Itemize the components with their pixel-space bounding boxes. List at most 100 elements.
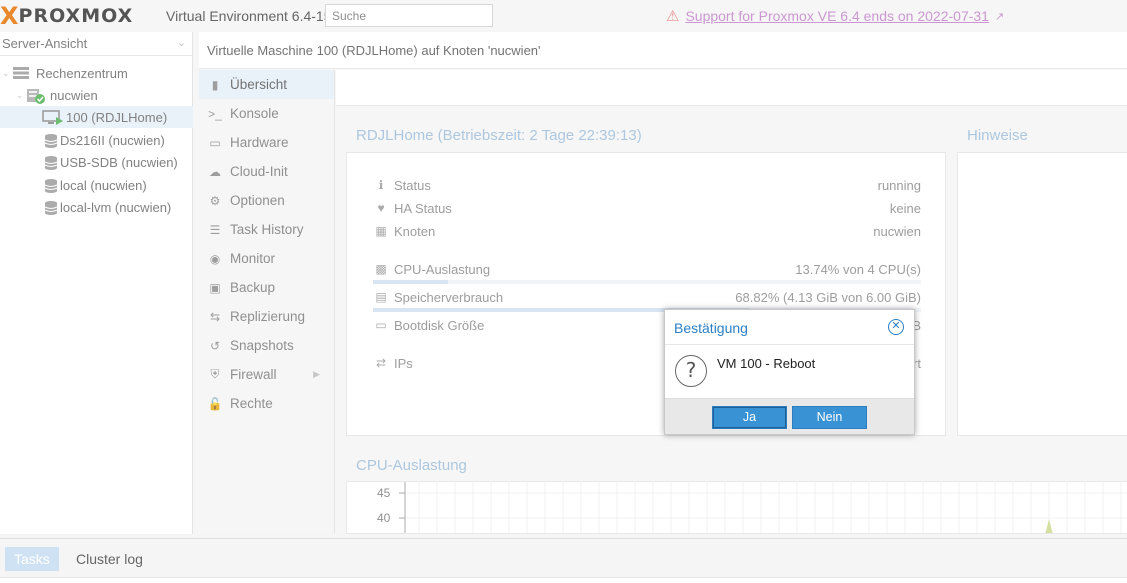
menu-item-replication[interactable]: ⇆ Replizierung — [199, 302, 334, 331]
warning-icon: ⚠ — [666, 8, 680, 25]
cpu-chart: 45 40 — [346, 481, 1127, 534]
cpu-chart-title: CPU-Auslastung — [356, 457, 467, 474]
cpu-chart-grid — [399, 482, 1127, 533]
gear-icon: ⚙ — [209, 193, 221, 208]
tree-item-label: Rechenzentrum — [36, 65, 128, 81]
memory-usage-row: ▤ Speicherverbrauch 68.82% (4.13 GiB von… — [373, 288, 921, 306]
ha-status-value: keine — [889, 200, 921, 216]
dialog-message: VM 100 - Reboot — [717, 356, 816, 371]
menu-item-label: Konsole — [230, 106, 279, 121]
tree-item-label: nucwien — [50, 87, 98, 103]
row-label: IPs — [394, 355, 413, 371]
menu-item-task-history[interactable]: ☰ Task History — [199, 215, 334, 244]
logo-x: X — [0, 2, 19, 30]
tree-item-storage-local[interactable]: local (nucwien) — [0, 174, 193, 196]
proxmox-logo[interactable]: X PROXMOX — [0, 3, 133, 29]
tree-item-storage-local-lvm[interactable]: local-lvm (nucwien) — [0, 196, 193, 218]
cpu-usage-value: 13.74% von 4 CPU(s) — [795, 261, 921, 277]
summary-title: RDJLHome (Betriebszeit: 2 Tage 22:39:13) — [356, 127, 642, 144]
dialog-body: ? VM 100 - Reboot — [665, 345, 914, 398]
menu-item-label: Backup — [230, 280, 276, 295]
tab-cluster-log[interactable]: Cluster log — [67, 547, 152, 571]
close-icon[interactable]: ✕ — [888, 319, 904, 335]
info-icon: ℹ — [378, 178, 384, 192]
view-selector[interactable]: Server-Ansicht ⌄ — [0, 32, 192, 56]
dialog-footer: Ja Nein — [665, 398, 914, 434]
storage-icon — [44, 133, 58, 148]
vm-toolbar — [336, 70, 1127, 106]
vm-menu: ▮ Übersicht >_ Konsole ▭ Hardware ☁ Clou… — [199, 70, 335, 534]
y-tick-label: 45 — [377, 486, 391, 500]
menu-item-snapshots[interactable]: ↺ Snapshots — [199, 331, 334, 360]
view-selector-value: Server-Ansicht — [2, 36, 88, 51]
menu-item-label: Replizierung — [230, 309, 306, 324]
menu-item-firewall[interactable]: ⛨ Firewall ▶ — [199, 360, 334, 389]
search-input[interactable] — [325, 4, 493, 27]
menu-item-label: Rechte — [230, 396, 273, 411]
menu-item-hardware[interactable]: ▭ Hardware — [199, 128, 334, 157]
menu-item-label: Snapshots — [230, 338, 294, 353]
tab-tasks[interactable]: Tasks — [5, 547, 59, 571]
menu-item-backup[interactable]: ▣ Backup — [199, 273, 334, 302]
logo-word: PROXMOX — [18, 5, 134, 27]
menu-item-label: Cloud-Init — [230, 164, 288, 179]
unlock-icon: 🔓 — [207, 396, 223, 411]
menu-item-console[interactable]: >_ Konsole — [199, 99, 334, 128]
yes-button[interactable]: Ja — [712, 406, 787, 429]
memory-usage-value: 68.82% (4.13 GiB von 6.00 GiB) — [735, 289, 921, 305]
support-link[interactable]: Support for Proxmox VE 6.4 ends on 2022-… — [685, 8, 989, 24]
bottom-panel: Tasks Cluster log — [0, 538, 1127, 583]
retweet-icon: ⇆ — [209, 309, 221, 324]
cpu-chart-spike — [1045, 519, 1053, 533]
menu-item-options[interactable]: ⚙ Optionen — [199, 186, 334, 215]
notes-title: Hinweise — [967, 127, 1028, 144]
no-button[interactable]: Nein — [792, 406, 867, 429]
external-link-icon: ↗ — [994, 10, 1005, 23]
question-icon: ? — [675, 355, 707, 387]
notes-panel[interactable] — [957, 152, 1127, 436]
terminal-icon: >_ — [208, 106, 222, 121]
tree-item-datacenter[interactable]: ⌄ Rechenzentrum — [0, 62, 193, 84]
log-header — [0, 577, 1127, 583]
node-row: ▦ Knoten nucwien — [373, 222, 921, 240]
content-area: Virtuelle Maschine 100 (RDJLHome) auf Kn… — [199, 32, 1127, 534]
cpu-usage-row: ▩ CPU-Auslastung 13.74% von 4 CPU(s) — [373, 260, 921, 278]
tree-item-label: local (nucwien) — [60, 177, 147, 193]
ha-status-row: ♥ HA Status keine — [373, 199, 921, 217]
datacenter-icon — [12, 66, 30, 80]
menu-item-cloud-init[interactable]: ☁ Cloud-Init — [199, 157, 334, 186]
tree-item-storage-ds216[interactable]: Ds216II (nucwien) — [0, 129, 193, 151]
menu-item-label: Optionen — [230, 193, 285, 208]
heartbeat-icon: ♥ — [377, 201, 385, 215]
tree-item-label: 100 (RDJLHome) — [66, 109, 168, 125]
confirm-dialog: Bestätigung ✕ ? VM 100 - Reboot Ja Nein — [664, 309, 915, 435]
menu-item-monitor[interactable]: ◉ Monitor — [199, 244, 334, 273]
tree-item-vm-100[interactable]: 100 (RDJLHome) — [0, 106, 193, 128]
cpu-icon: ▩ — [375, 262, 387, 276]
storage-icon — [44, 155, 58, 170]
tree-item-storage-usb-sdb[interactable]: USB-SDB (nucwien) — [0, 151, 193, 173]
history-icon: ↺ — [209, 338, 221, 353]
chevron-right-icon: ▶ — [313, 369, 320, 379]
eye-icon: ◉ — [209, 251, 221, 266]
support-notice[interactable]: ⚠ Support for Proxmox VE 6.4 ends on 202… — [666, 7, 1004, 25]
collapse-icon[interactable]: ⌄ — [16, 90, 26, 101]
tree-item-label: USB-SDB (nucwien) — [60, 154, 178, 170]
menu-item-permissions[interactable]: 🔓 Rechte — [199, 389, 334, 418]
dialog-title-bar: Bestätigung ✕ — [665, 310, 914, 345]
node-value: nucwien — [873, 223, 921, 239]
list-icon: ☰ — [209, 222, 221, 237]
tree-item-label: Ds216II (nucwien) — [60, 132, 165, 148]
hdd-icon: ▭ — [375, 318, 387, 332]
menu-item-summary[interactable]: ▮ Übersicht — [199, 70, 334, 99]
row-label: Status — [394, 177, 431, 193]
menu-item-label: Übersicht — [230, 77, 288, 92]
storage-icon — [44, 200, 58, 215]
row-label: Speicherverbrauch — [394, 289, 504, 305]
tree-item-node-nucwien[interactable]: ⌄ nucwien — [0, 84, 193, 106]
collapse-icon[interactable]: ⌄ — [2, 68, 12, 79]
menu-item-label: Monitor — [230, 251, 276, 266]
chevron-down-icon[interactable]: ⌄ — [177, 36, 186, 49]
building-icon: ▦ — [375, 224, 387, 238]
resource-tree: Server-Ansicht ⌄ ⌄ Rechenzentrum ⌄ nucwi… — [0, 32, 193, 534]
